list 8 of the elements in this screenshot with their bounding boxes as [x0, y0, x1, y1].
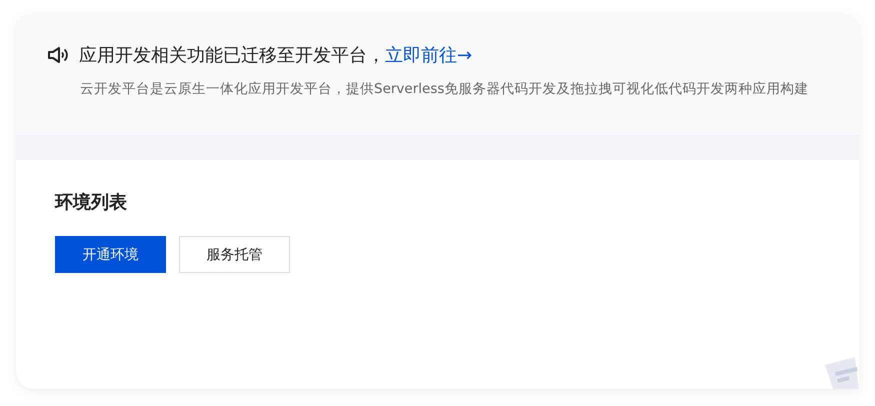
speaker-icon: [47, 46, 69, 64]
action-button[interactable]: 服务托管: [179, 236, 290, 273]
notice-title: 应用开发相关功能已迁移至开发平台，: [79, 44, 385, 67]
go-now-link[interactable]: 立即前往→: [385, 43, 472, 67]
primary-button[interactable]: 开通环境: [55, 236, 166, 273]
document-icon: [825, 355, 859, 389]
section-title: 环境列表: [55, 191, 128, 214]
notice-description: 云开发平台是云原生一体化应用开发平台，提供Serverless免服务器代码开发及拖拉拽可视化低代码开发两种应用构建: [80, 80, 810, 98]
